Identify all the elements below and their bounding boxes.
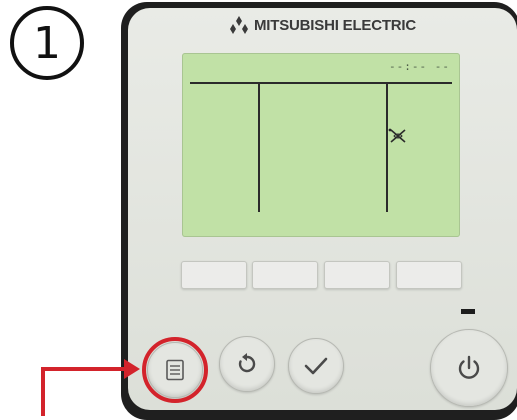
brand-name: MITSUBISHI ELECTRIC (254, 16, 417, 34)
screen-divider-left (258, 84, 260, 212)
menu-button-highlight-ring (142, 337, 208, 403)
lcd-screen: --:-- -- (182, 53, 460, 237)
callout-arrow-head (124, 359, 140, 379)
power-button[interactable] (430, 329, 508, 407)
screen-divider-horizontal (190, 82, 452, 84)
function-key-f3[interactable] (324, 261, 390, 289)
function-key-f1[interactable] (181, 261, 247, 289)
function-key-f4[interactable] (396, 261, 462, 289)
checkmark-icon (304, 357, 328, 375)
clock-display: --:-- -- (389, 60, 450, 73)
return-button[interactable] (219, 336, 275, 392)
brand-header: MITSUBISHI ELECTRIC (228, 14, 416, 36)
screen-divider-right (386, 84, 388, 212)
fan-swing-icon (388, 128, 406, 143)
operation-led (461, 309, 475, 314)
function-key-f2[interactable] (252, 261, 318, 289)
callout-arrow-stem (41, 367, 45, 416)
three-diamond-logo (230, 16, 248, 34)
confirm-button[interactable] (288, 338, 344, 394)
return-arrow-icon (238, 353, 256, 373)
step-number: 1 (33, 17, 61, 69)
callout-arrow-line (41, 367, 127, 371)
power-icon (458, 355, 480, 379)
step-number-badge: 1 (10, 6, 84, 80)
